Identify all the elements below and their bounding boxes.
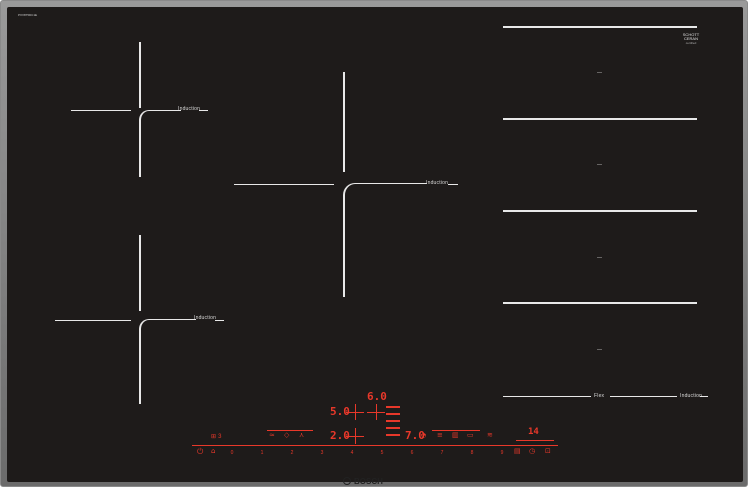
move-icon[interactable]: ⋏ bbox=[299, 432, 304, 439]
crosshair-right-v bbox=[376, 404, 377, 420]
flex-marker-4: — bbox=[597, 347, 603, 353]
flex-bottom-line-left bbox=[503, 396, 591, 397]
flex-level-bar-1 bbox=[386, 406, 400, 408]
zone-left-top-label-dash bbox=[199, 110, 208, 111]
flex-combine-label: Flex bbox=[594, 393, 605, 399]
power-level-9[interactable]: 9 bbox=[501, 450, 504, 456]
power-icon[interactable]: ⏻ bbox=[197, 448, 203, 456]
power-slider-track[interactable] bbox=[192, 445, 558, 446]
schott-line3: certified bbox=[685, 41, 697, 45]
zone-left-bottom-label-dash bbox=[215, 320, 224, 321]
zone-left-top-label: Induction bbox=[178, 106, 201, 112]
zone-left-top-v-top bbox=[139, 42, 141, 108]
crosshair-lower-v bbox=[355, 428, 356, 444]
flex-line-1 bbox=[503, 26, 697, 28]
zone-left-bottom-label: Induction bbox=[194, 315, 217, 321]
flex-line-3 bbox=[503, 210, 697, 212]
fry-sensor-icon[interactable]: ≈ bbox=[269, 432, 275, 439]
zone-center-h-left bbox=[234, 184, 334, 185]
power-level-2[interactable]: 2 bbox=[291, 450, 294, 456]
power-level-0[interactable]: 0 bbox=[231, 450, 234, 456]
zone-left-top-h-left bbox=[71, 110, 131, 111]
flex-line-2 bbox=[503, 118, 697, 120]
flex-zone-label: Induction bbox=[680, 393, 703, 399]
wifi-icon[interactable]: ≋ bbox=[487, 432, 493, 439]
stopwatch-icon[interactable]: ⊡ bbox=[545, 448, 551, 455]
flex-marker-2: — bbox=[597, 162, 603, 168]
power-level-8[interactable]: 8 bbox=[471, 450, 474, 456]
zone-center-corner bbox=[343, 183, 427, 297]
power-level-4[interactable]: 4 bbox=[351, 450, 354, 456]
timer-bar bbox=[516, 440, 554, 441]
zone-center-v-top bbox=[343, 72, 345, 172]
brand-logo: BOSCH bbox=[343, 476, 383, 486]
brand-name: BOSCH bbox=[354, 476, 383, 486]
model-code: PXV875DC1E bbox=[18, 13, 38, 17]
child-lock-icon[interactable]: ⌂ bbox=[211, 448, 215, 455]
timer-icon[interactable]: ◔ bbox=[421, 432, 426, 439]
flex-line-4 bbox=[503, 302, 697, 304]
clock-icon[interactable]: ◷ bbox=[529, 448, 535, 455]
zone-top-display: 6.0 bbox=[367, 390, 387, 403]
zone-left-bottom-v-top bbox=[139, 235, 141, 311]
zone-center-label-dash bbox=[448, 184, 458, 185]
power-level-7[interactable]: 7 bbox=[441, 450, 444, 456]
power-level-5[interactable]: 5 bbox=[381, 450, 384, 456]
power-level-6[interactable]: 6 bbox=[411, 450, 414, 456]
timer-display: 14 bbox=[528, 427, 539, 437]
schott-ceran-logo: SCHOTT CERAN certified bbox=[676, 33, 706, 46]
menu-icon[interactable]: ≡ bbox=[437, 432, 443, 439]
flex-marker-1: — bbox=[597, 70, 603, 76]
flex-level-bar-3 bbox=[386, 420, 400, 422]
sensor-icon[interactable]: ▭ bbox=[467, 432, 474, 439]
powerboost-icon[interactable]: ◇ bbox=[284, 432, 289, 439]
power-level-3[interactable]: 3 bbox=[321, 450, 324, 456]
bosch-emblem-icon bbox=[343, 477, 351, 485]
zone-left-bottom-corner bbox=[139, 319, 196, 404]
grid-icon[interactable]: ▥ bbox=[452, 432, 459, 439]
zone-center-label: Induction bbox=[426, 180, 449, 186]
flex-bottom-line-right bbox=[610, 396, 677, 397]
misc-indicator: ⊞ 3 bbox=[211, 434, 222, 440]
flex-level-bar-2 bbox=[386, 413, 400, 415]
flex-level-bar-4 bbox=[386, 427, 400, 429]
crosshair-left-v bbox=[355, 404, 356, 420]
zone-left-bottom-h-left bbox=[55, 320, 131, 321]
power-level-1[interactable]: 1 bbox=[261, 450, 264, 456]
wipe-protect-icon[interactable]: ▤ bbox=[514, 448, 521, 455]
flex-zone-label-dash bbox=[700, 396, 708, 397]
zone-left-top-corner bbox=[139, 110, 181, 177]
flex-level-bar-5 bbox=[386, 434, 400, 436]
flex-marker-3: — bbox=[597, 255, 603, 261]
